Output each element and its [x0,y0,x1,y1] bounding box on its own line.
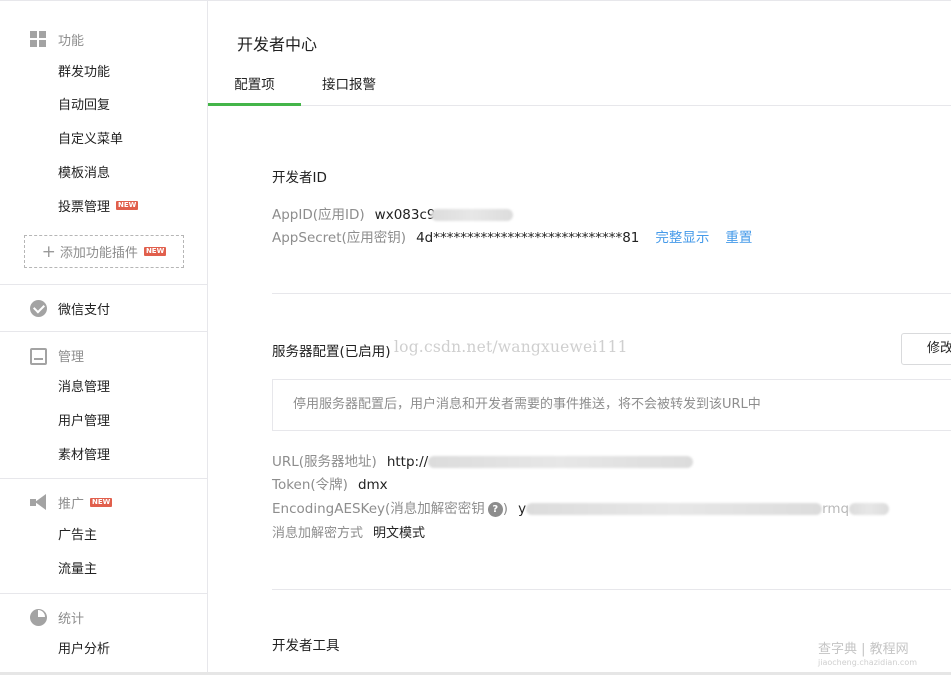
section-title: 统计 [58,611,85,627]
appsecret-label: AppSecret(应用密钥) [272,230,407,246]
plus-icon: + [41,241,56,262]
divider [272,293,951,294]
sidebar-section-promote: 推广 NEW [30,491,113,513]
page-title: 开发者中心 [237,35,318,54]
appid-row: AppID(应用ID) wx083c9 [272,205,514,225]
sidebar-item-user-management[interactable]: 用户管理 [58,412,110,432]
megaphone-icon [30,493,47,511]
corner-watermark-line2: jiaocheng.chazidian.com [818,658,918,667]
redacted-blur [431,209,514,221]
sidebar-item-auto-reply[interactable]: 自动回复 [58,96,110,116]
token-row: Token(令牌) dmx [272,475,388,495]
url-label: URL(服务器地址) [272,454,377,470]
tab-api-alerts[interactable]: 接口报警 [322,73,376,106]
section-title: 微信支付 [58,302,111,318]
url-value: http:// [386,454,429,470]
aes-key-label: EncodingAESKey(消息加解密密钥 [272,501,485,517]
url-row: URL(服务器地址) http:// [272,452,694,472]
sidebar-item-message-management[interactable]: 消息管理 [58,378,110,398]
tab-config[interactable]: 配置项 [208,73,301,106]
encryption-mode-value: 明文模式 [373,526,426,541]
sidebar-item-template-message[interactable]: 模板消息 [58,164,110,184]
sidebar-section-functions: 功能 [30,28,84,50]
section-title: 功能 [58,33,85,49]
sidebar-item-mass-send[interactable]: 群发功能 [58,63,110,83]
sidebar-section-manage: 管理 [30,344,84,366]
divider [0,331,207,332]
corner-watermark-line1: 查字典 | 教程网 [818,642,909,657]
corner-watermark: 查字典 | 教程网 jiaocheng.chazidian.com [818,642,917,667]
sidebar-item-user-analysis[interactable]: 用户分析 [58,640,110,660]
sidebar-section-wechat-pay[interactable]: 微信支付 [30,297,110,319]
new-badge: NEW [143,247,167,256]
help-icon[interactable]: ? [487,502,503,517]
sidebar-item-traffic-owner[interactable]: 流量主 [58,560,97,580]
divider [272,589,951,590]
edit-server-config-button[interactable]: 修改 [901,333,951,365]
watermark-text: log.csdn.net/wangxuewei111 [394,338,628,356]
aes-key-label-close: ) [502,501,509,517]
aes-key-value-end: rmq [822,501,850,517]
token-label: Token(令牌) [272,477,348,493]
sidebar-item-material-management[interactable]: 素材管理 [58,446,110,466]
aes-key-value-start: y [518,501,527,517]
sidebar-section-statistics: 统计 [30,606,84,628]
sidebar-item-label: 投票管理 [58,200,111,215]
redacted-blur [428,456,694,468]
developer-tools-title: 开发者工具 [272,638,340,654]
encryption-mode-row: 消息加解密方式 明文模式 [272,523,425,543]
divider [0,593,207,594]
inbox-icon [30,347,47,365]
appid-label: AppID(应用ID) [272,207,365,223]
developer-id-title: 开发者ID [272,170,327,186]
server-config-notice: 停用服务器配置后，用户消息和开发者需要的事件推送，将不会被转发到该URL中 [272,379,951,431]
redacted-blur [526,503,823,515]
sidebar-item-custom-menu[interactable]: 自定义菜单 [58,130,123,150]
show-full-link[interactable]: 完整显示 [655,230,709,246]
sidebar: 功能 群发功能 自动回复 自定义菜单 模板消息 投票管理 NEW + 添加功能插件… [0,0,208,675]
section-title: 管理 [58,349,85,365]
new-badge: NEW [90,497,113,507]
server-config-title: 服务器配置(已启用) [272,344,391,360]
section-title: 推广 [58,496,85,512]
appid-value: wx083c9 [374,207,436,223]
divider [0,478,207,479]
sidebar-item-advertiser[interactable]: 广告主 [58,526,97,546]
wechat-pay-icon [30,299,47,317]
token-value: dmx [357,477,388,493]
divider [0,284,207,285]
appsecret-row: AppSecret(应用密钥) 4d***********************… [272,228,752,248]
add-plugin-button[interactable]: + 添加功能插件 NEW [24,235,184,268]
tab-bar: 配置项 接口报警 [208,63,951,106]
reset-link[interactable]: 重置 [725,230,752,246]
pie-chart-icon [30,608,47,626]
aes-key-row: EncodingAESKey(消息加解密密钥?) y rmq [272,499,890,519]
sidebar-item-vote-management[interactable]: 投票管理 NEW [58,198,139,218]
encryption-mode-label: 消息加解密方式 [272,526,364,541]
grid-icon [30,30,47,48]
appsecret-value: 4d****************************81 [416,230,640,246]
redacted-blur [849,503,890,515]
add-plugin-label: 添加功能插件 [59,246,138,261]
new-badge: NEW [116,201,139,210]
